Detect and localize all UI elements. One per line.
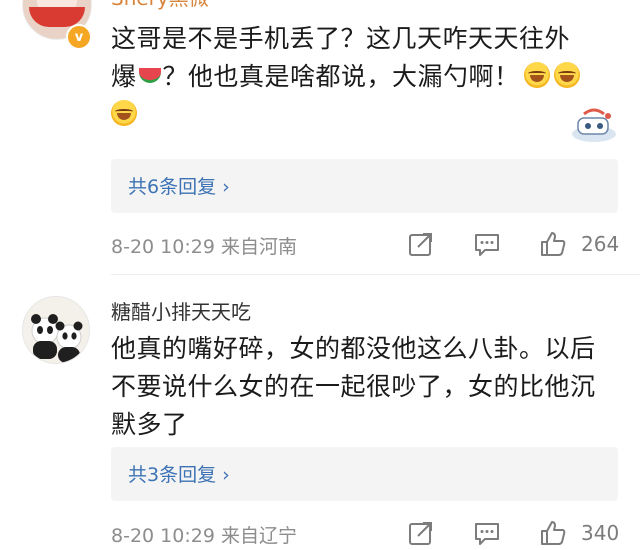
like-icon[interactable]: [539, 230, 567, 258]
comment-line: 这哥是不是手机丢了？这几天咋天天往外: [111, 24, 571, 53]
comment-thread: v Shery黑微 这哥是不是手机丢了？这几天咋天天往外 爆 ？他也真是啥都说，大…: [0, 0, 640, 550]
comment-timestamp: 8-20 10:29 来自辽宁: [111, 521, 297, 548]
comment-line: 默多了: [111, 410, 188, 439]
replies-panel[interactable]: 共6条回复 ›: [111, 159, 618, 213]
chevron-right-icon: ›: [222, 176, 230, 198]
comment-date: 8-20 10:29: [111, 236, 215, 258]
like-count: 264: [581, 232, 620, 256]
comment-meta: 8-20 10:29 来自河南 264: [111, 230, 626, 260]
chevron-right-icon: ›: [222, 464, 230, 486]
comment-line-text: ？他也真是啥都说，大漏勺啊！: [162, 62, 520, 91]
user-avatar[interactable]: [22, 296, 90, 364]
view-replies-label: 共3条回复: [128, 464, 223, 486]
like-count: 340: [581, 521, 620, 545]
comment-line-prefix: 爆: [111, 62, 137, 91]
comment-icon[interactable]: [473, 230, 501, 258]
comment-line: 爆 ？他也真是啥都说，大漏勺啊！: [111, 58, 580, 96]
laughing-emoji-icon: [553, 62, 580, 88]
comment-meta: 8-20 10:29 来自辽宁 340: [111, 519, 626, 549]
like-icon[interactable]: [539, 519, 567, 547]
comment-date: 8-20 10:29: [111, 525, 215, 547]
comment-icon[interactable]: [473, 519, 501, 547]
comment-line: 他真的嘴好碎，女的都没他这么八卦。以后: [111, 334, 596, 363]
verified-badge-icon: v: [66, 24, 92, 50]
replies-panel[interactable]: 共3条回复 ›: [111, 447, 618, 501]
cartoon-sticker-icon: [572, 108, 616, 142]
view-replies-label: 共6条回复: [128, 176, 223, 198]
comment-username[interactable]: Shery黑微: [111, 0, 209, 11]
comment-location: 来自辽宁: [220, 525, 297, 547]
panda-avatar-image: [23, 297, 89, 363]
laughing-emoji-icon: [111, 100, 137, 126]
comment-username[interactable]: 糖醋小排天天吃: [111, 296, 251, 325]
watermelon-emoji-icon: [138, 68, 161, 83]
share-icon[interactable]: [407, 230, 435, 258]
comment-body: 这哥是不是手机丢了？这几天咋天天往外 爆 ？他也真是啥都说，大漏勺啊！: [111, 20, 580, 134]
laughing-emoji-icon: [523, 62, 550, 88]
comment-location: 来自河南: [220, 236, 297, 258]
comment-timestamp: 8-20 10:29 来自河南: [111, 232, 297, 259]
view-replies-link[interactable]: 共3条回复 ›: [128, 460, 230, 487]
comment-divider: [111, 274, 640, 275]
view-replies-link[interactable]: 共6条回复 ›: [128, 172, 230, 199]
comment-line: [111, 96, 580, 134]
share-icon[interactable]: [407, 519, 435, 547]
comment-body: 他真的嘴好碎，女的都没他这么八卦。以后 不要说什么女的在一起很吵了，女的比他沉 …: [111, 330, 596, 444]
comment-line: 不要说什么女的在一起很吵了，女的比他沉: [111, 372, 596, 401]
